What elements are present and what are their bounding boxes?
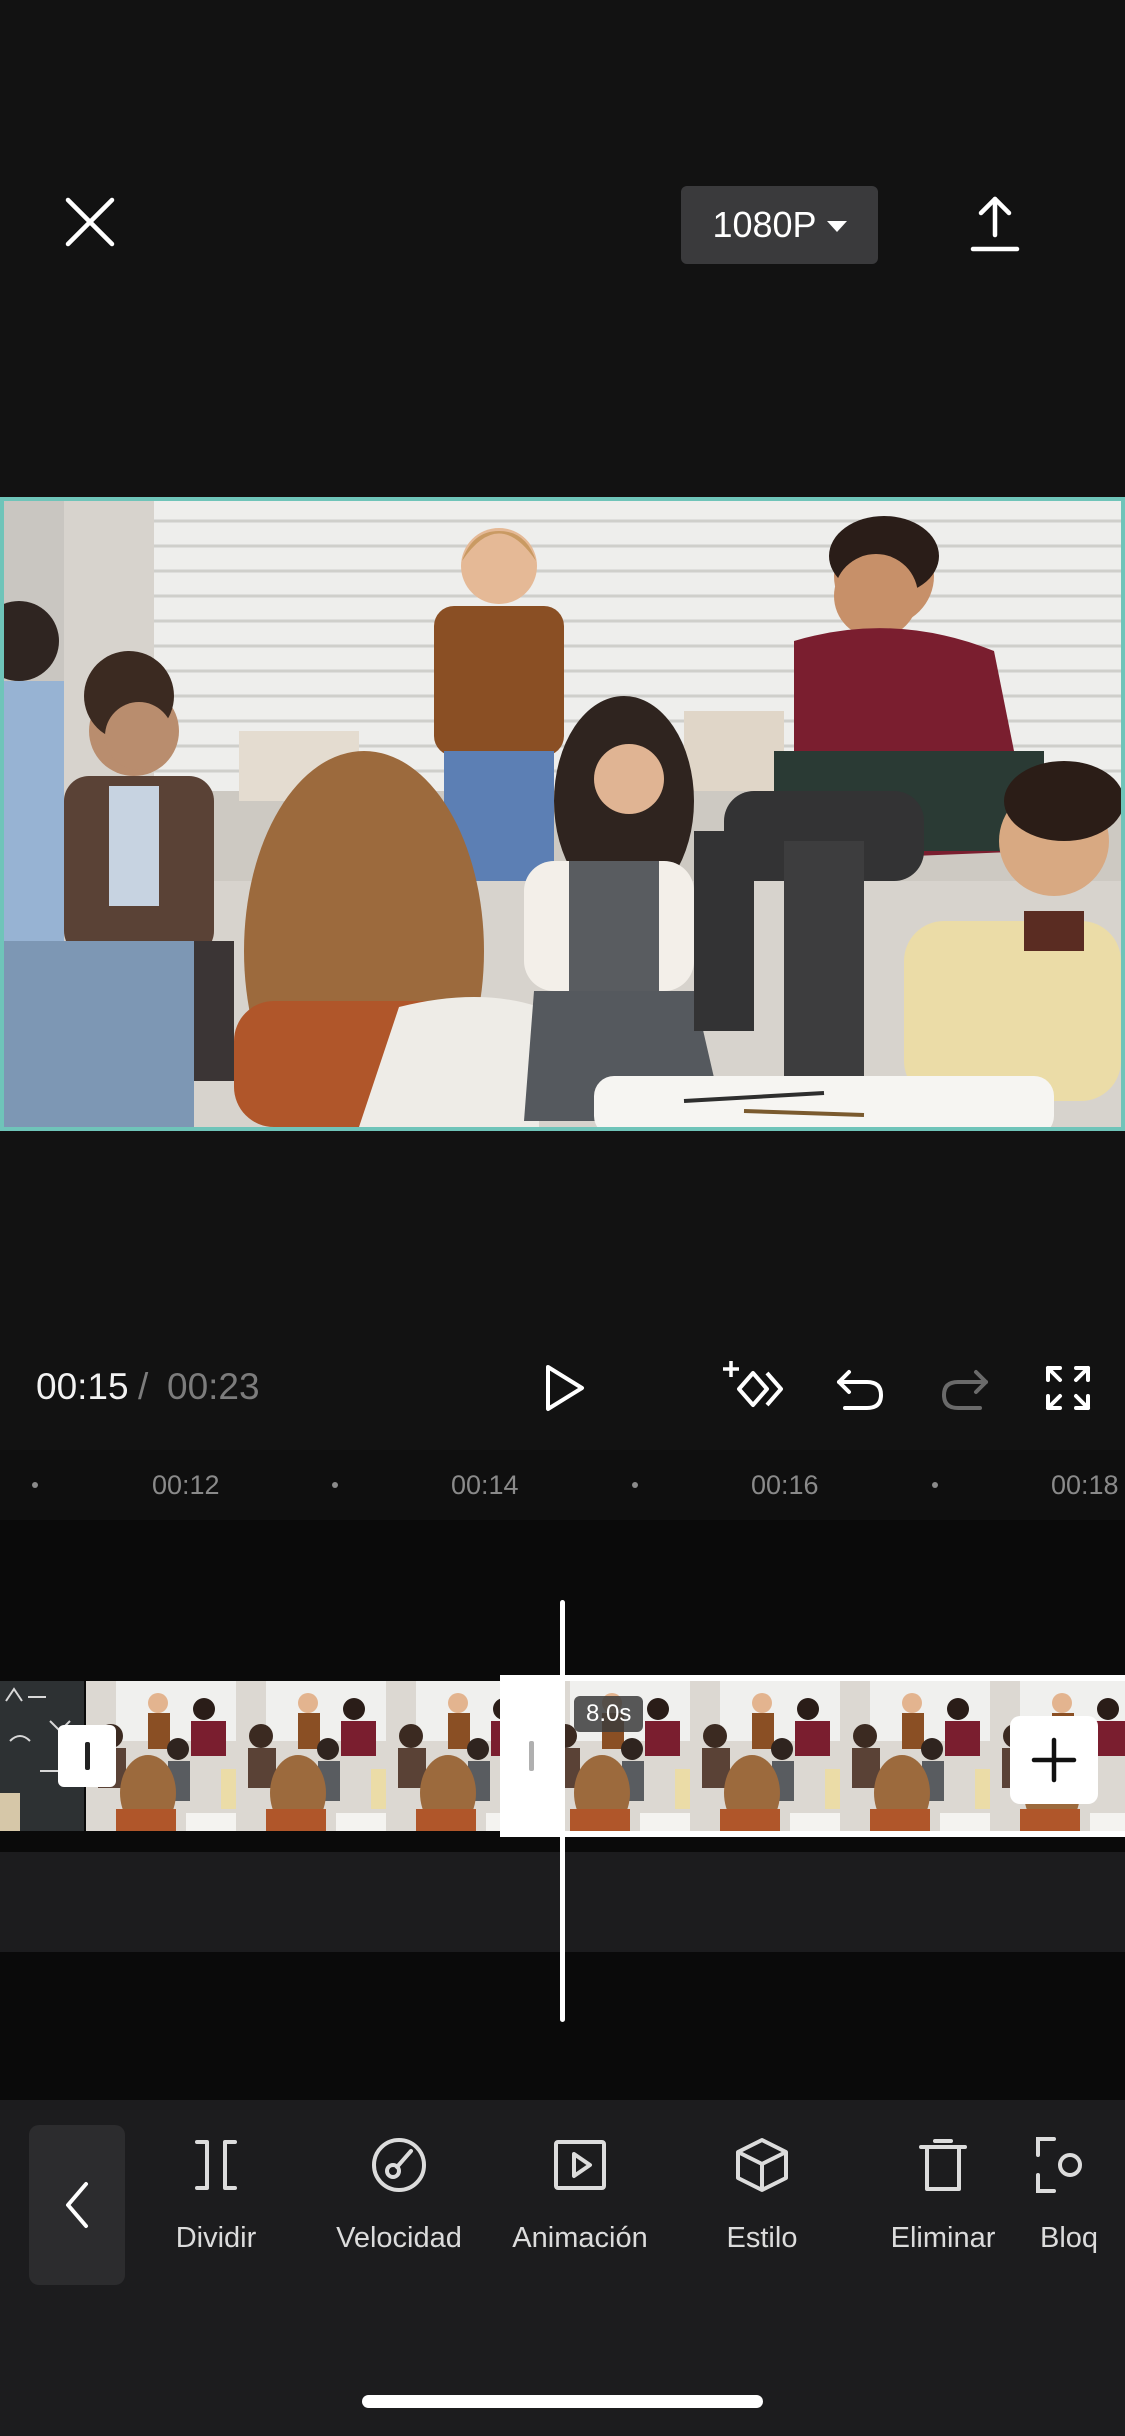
export-button[interactable]	[952, 182, 1038, 268]
timeline-clip[interactable]	[86, 1681, 502, 1831]
ruler-label: 00:18	[1051, 1470, 1119, 1500]
keyframe-icon	[723, 1361, 783, 1407]
ruler-dot	[932, 1482, 938, 1488]
video-editor-screen: 1080P 00:15 / 00:23 00:12 00:14 00:16 00…	[0, 0, 1125, 2436]
ruler-label: 00:14	[451, 1470, 519, 1500]
video-frame-image	[4, 501, 1121, 1127]
plus-icon	[1031, 1737, 1077, 1783]
tool-label: Animación	[512, 2222, 648, 2254]
resolution-label: 1080P	[712, 204, 817, 245]
edit-toolbar: Dividir Velocidad Animación Estilo Elimi…	[0, 2100, 1125, 2436]
speed-icon	[372, 2138, 426, 2192]
export-upload-icon	[970, 196, 1020, 252]
clip-thumbnail-strip	[86, 1681, 502, 1831]
tool-label: Bloq	[1040, 2222, 1099, 2254]
video-preview[interactable]	[0, 497, 1125, 1131]
ruler-label: 00:16	[751, 1470, 819, 1500]
tool-label: Dividir	[175, 2222, 257, 2254]
trim-handle-left[interactable]	[500, 1675, 562, 1837]
clip-transition-handle[interactable]	[58, 1725, 116, 1787]
handle-grip	[84, 1742, 90, 1770]
tool-label: Estilo	[726, 2222, 798, 2254]
close-button[interactable]	[48, 180, 132, 264]
tool-animation[interactable]: Animación	[495, 2130, 665, 2255]
lock-frame-icon	[1036, 2137, 1082, 2193]
fullscreen-button[interactable]	[1028, 1348, 1108, 1428]
time-ruler[interactable]: 00:12 00:14 00:16 00:18	[0, 1450, 1125, 1520]
clip-duration-badge: 8.0s	[574, 1696, 644, 1732]
time-separator: /	[138, 1366, 149, 1407]
split-icon	[195, 2140, 237, 2190]
play-icon	[546, 1365, 584, 1411]
resolution-selector[interactable]: 1080P	[681, 186, 878, 264]
tool-lock[interactable]: Bloq	[1034, 2130, 1125, 2255]
caret-down-icon	[826, 221, 847, 232]
delete-icon	[919, 2139, 967, 2191]
home-indicator[interactable]	[362, 2395, 763, 2408]
total-time: 00:23	[167, 1366, 260, 1407]
undo-button[interactable]	[820, 1348, 900, 1428]
chevron-left-icon	[66, 2182, 88, 2228]
handle-grip	[528, 1741, 534, 1771]
ruler-dot	[632, 1482, 638, 1488]
tool-label: Velocidad	[336, 2222, 462, 2254]
redo-button[interactable]	[925, 1348, 1005, 1428]
tool-delete[interactable]: Eliminar	[858, 2130, 1028, 2255]
ruler-label: 00:12	[152, 1470, 220, 1500]
ruler-dot	[32, 1482, 38, 1488]
timeline-area[interactable]: 8.0s	[0, 1520, 1125, 2100]
close-icon	[65, 197, 115, 247]
tool-split[interactable]: Dividir	[131, 2130, 301, 2255]
redo-icon	[941, 1370, 988, 1410]
style-cube-icon	[736, 2138, 788, 2192]
playhead[interactable]	[560, 1600, 565, 2022]
tool-style[interactable]: Estilo	[677, 2130, 847, 2255]
tool-speed[interactable]: Velocidad	[314, 2130, 484, 2255]
animation-icon	[554, 2140, 606, 2190]
tool-label: Eliminar	[890, 2222, 996, 2254]
fullscreen-icon	[1046, 1366, 1090, 1410]
add-clip-button[interactable]	[1010, 1716, 1098, 1804]
undo-icon	[837, 1370, 884, 1410]
current-time: 00:15	[36, 1366, 129, 1407]
play-button[interactable]	[524, 1348, 604, 1428]
ruler-dot	[332, 1482, 338, 1488]
keyframe-button[interactable]	[714, 1348, 794, 1428]
back-button[interactable]	[29, 2125, 125, 2285]
